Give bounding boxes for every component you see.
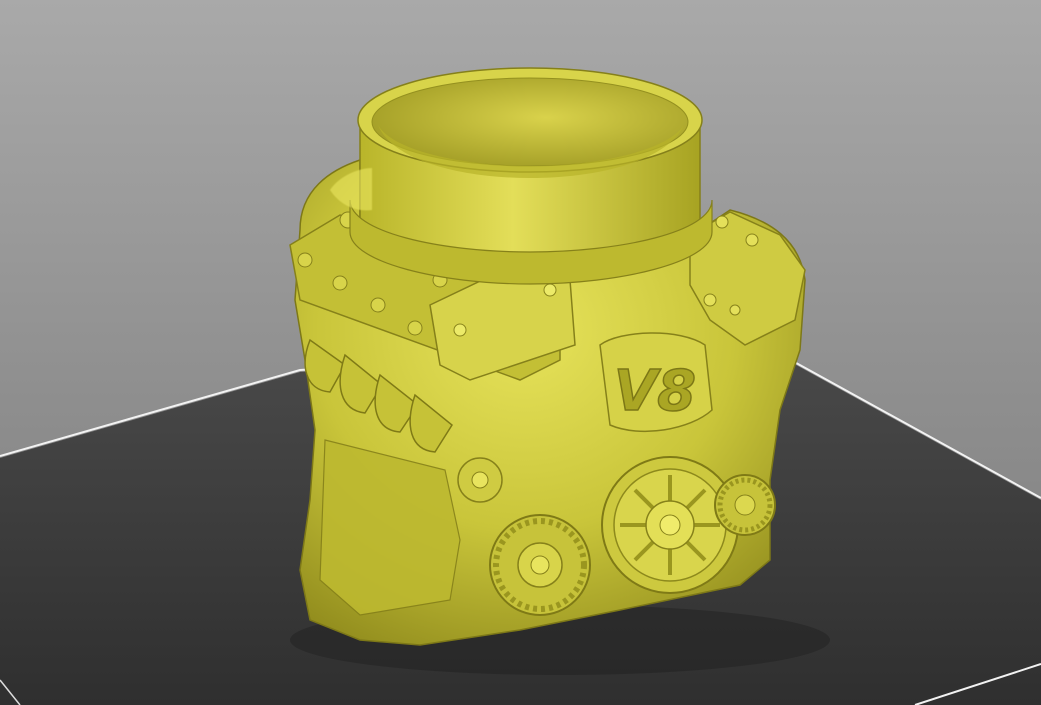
timing-gear [489,514,591,616]
scene-svg[interactable]: V8 [0,0,1041,705]
crank-pulley [601,456,739,594]
v8-engraving: V8 [614,359,696,424]
small-pulley [457,457,503,503]
3d-viewport[interactable]: V8 [0,0,1041,705]
cup-top [349,67,713,285]
accessory-gear [714,474,776,536]
